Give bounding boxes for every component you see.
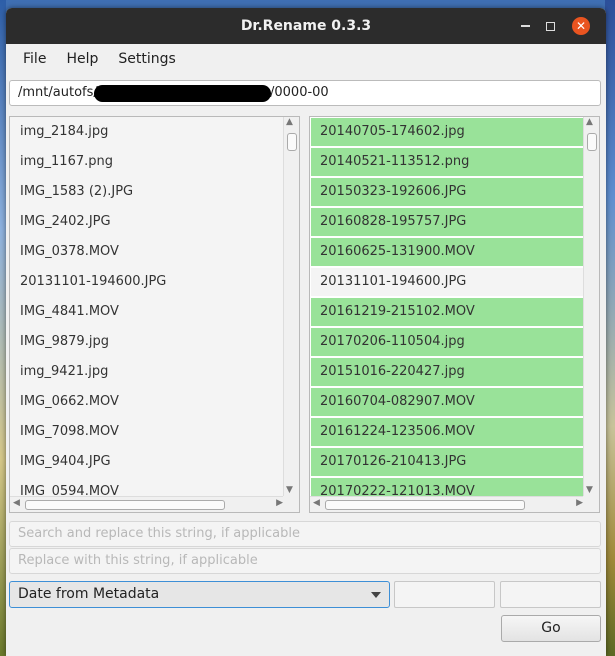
horizontal-scrollbar[interactable]: ◀ ▶ xyxy=(310,496,585,512)
scroll-down-icon[interactable]: ▼ xyxy=(586,485,593,495)
scroll-thumb[interactable] xyxy=(287,133,297,151)
horizontal-scrollbar[interactable]: ◀ ▶ xyxy=(10,496,285,512)
rename-mode-select[interactable]: Date from Metadata xyxy=(9,581,390,608)
original-files-list[interactable]: img_2184.jpg img_1167.png IMG_1583 (2).JPG… xyxy=(9,116,300,513)
original-file-item[interactable]: img_9421.jpg xyxy=(11,358,283,388)
go-button[interactable]: Go xyxy=(501,615,601,642)
vertical-scrollbar[interactable]: ▲ ▼ xyxy=(583,117,599,497)
scroll-right-icon[interactable]: ▶ xyxy=(576,498,583,508)
scroll-up-icon[interactable]: ▲ xyxy=(286,117,293,127)
renamed-file-item[interactable]: 20150323-192606.JPG xyxy=(311,178,583,208)
close-button[interactable]: ✕ xyxy=(572,17,590,35)
window-title: Dr.Rename 0.3.3 xyxy=(240,18,372,34)
renamed-file-item[interactable]: 20161224-123506.MOV xyxy=(311,418,583,448)
original-file-item[interactable]: img_1167.png xyxy=(11,148,283,178)
renamed-file-item[interactable]: 20131101-194600.JPG xyxy=(311,268,583,298)
renamed-file-item[interactable]: 20160828-195757.JPG xyxy=(311,208,583,238)
app-window: Dr.Rename 0.3.3 ✕ File Help Settings /mn… xyxy=(6,8,606,656)
original-files-rows: img_2184.jpg img_1167.png IMG_1583 (2).JPG… xyxy=(11,118,283,508)
scroll-corner xyxy=(283,496,299,512)
replace-placeholder: Replace with this string, if applicable xyxy=(18,553,258,568)
original-file-item[interactable]: IMG_9879.jpg xyxy=(11,328,283,358)
original-file-item[interactable]: img_2184.jpg xyxy=(11,118,283,148)
renamed-files-list[interactable]: 20140705-174602.jpg 20140521-113512.png 20… xyxy=(309,116,600,513)
renamed-file-item[interactable]: 20160704-082907.MOV xyxy=(311,388,583,418)
menu-help[interactable]: Help xyxy=(56,51,108,67)
original-file-item[interactable]: 20131101-194600.JPG xyxy=(11,268,283,298)
replace-field[interactable]: Replace with this string, if applicable xyxy=(9,548,601,574)
original-file-item[interactable]: IMG_4841.MOV xyxy=(11,298,283,328)
option-field-2[interactable] xyxy=(500,581,601,608)
search-placeholder: Search and replace this string, if appli… xyxy=(18,526,300,541)
original-file-item[interactable]: IMG_1583 (2).JPG xyxy=(11,178,283,208)
renamed-file-item[interactable]: 20170206-110504.jpg xyxy=(311,328,583,358)
scroll-left-icon[interactable]: ◀ xyxy=(13,498,20,508)
original-file-item[interactable]: IMG_2402.JPG xyxy=(11,208,283,238)
path-suffix: /0000-00 xyxy=(270,85,329,100)
minimize-icon xyxy=(520,25,530,27)
scroll-left-icon[interactable]: ◀ xyxy=(313,498,320,508)
menu-file[interactable]: File xyxy=(13,51,56,67)
original-file-item[interactable]: IMG_0378.MOV xyxy=(11,238,283,268)
scroll-right-icon[interactable]: ▶ xyxy=(276,498,283,508)
renamed-files-rows: 20140705-174602.jpg 20140521-113512.png 20… xyxy=(311,118,583,508)
renamed-file-item[interactable]: 20140521-113512.png xyxy=(311,148,583,178)
renamed-file-item[interactable]: 20161219-215102.MOV xyxy=(311,298,583,328)
search-field[interactable]: Search and replace this string, if appli… xyxy=(9,521,601,547)
rename-mode-value: Date from Metadata xyxy=(18,586,160,602)
desktop-background-right xyxy=(605,0,615,656)
chevron-down-icon xyxy=(371,592,381,598)
scroll-corner xyxy=(583,496,599,512)
vertical-scrollbar[interactable]: ▲ ▼ xyxy=(283,117,299,497)
maximize-icon xyxy=(545,21,555,31)
title-bar[interactable]: Dr.Rename 0.3.3 ✕ xyxy=(6,8,606,44)
option-field-1[interactable] xyxy=(394,581,495,608)
renamed-file-item[interactable]: 20170126-210413.JPG xyxy=(311,448,583,478)
scroll-thumb[interactable] xyxy=(325,500,525,510)
original-file-item[interactable]: IMG_0662.MOV xyxy=(11,388,283,418)
scroll-thumb[interactable] xyxy=(587,133,597,151)
renamed-file-item[interactable]: 20160625-131900.MOV xyxy=(311,238,583,268)
original-file-item[interactable]: IMG_7098.MOV xyxy=(11,418,283,448)
minimize-button[interactable] xyxy=(516,17,534,35)
menu-bar: File Help Settings xyxy=(6,44,606,74)
scroll-thumb[interactable] xyxy=(25,500,225,510)
scroll-up-icon[interactable]: ▲ xyxy=(586,117,593,127)
maximize-button[interactable] xyxy=(541,17,559,35)
renamed-file-item[interactable]: 20151016-220427.jpg xyxy=(311,358,583,388)
directory-path-input[interactable]: /mnt/autofs/ /0000-00 xyxy=(9,80,601,106)
redaction-mark xyxy=(94,85,271,102)
menu-settings[interactable]: Settings xyxy=(108,51,185,67)
original-file-item[interactable]: IMG_9404.JPG xyxy=(11,448,283,478)
scroll-down-icon[interactable]: ▼ xyxy=(286,485,293,495)
path-prefix: /mnt/autofs/ xyxy=(18,85,98,100)
close-icon: ✕ xyxy=(575,19,587,33)
renamed-file-item[interactable]: 20140705-174602.jpg xyxy=(311,118,583,148)
